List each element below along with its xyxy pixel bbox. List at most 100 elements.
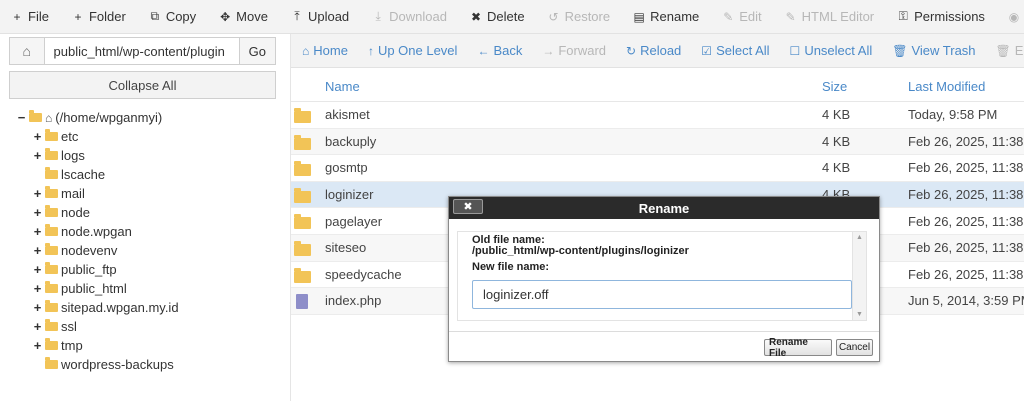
html-editor-button[interactable]: ✎ HTML Editor xyxy=(784,9,875,24)
tree-item[interactable]: + etc xyxy=(16,127,276,146)
cell-name: gosmtp xyxy=(325,160,368,176)
tree-item[interactable]: + ssl xyxy=(16,317,276,336)
view-button[interactable]: ◉View xyxy=(1007,9,1024,24)
folder-icon xyxy=(45,319,58,331)
tree-item[interactable]: + nodevenv xyxy=(16,241,276,260)
tree-item[interactable]: + public_ftp xyxy=(16,260,276,279)
go-button[interactable]: Go xyxy=(238,38,275,64)
move-button-label: Move xyxy=(236,9,268,24)
cell-modified: Feb 26, 2025, 11:38 A xyxy=(908,240,1024,256)
permissions-button[interactable]: ⚿ Permissions xyxy=(896,9,985,24)
main-toolbar: + File + Folder ⧉ Copy ✥ Move ⤒ Upload ⤓ Download ✖ D… xyxy=(0,0,1024,34)
rename-file-button[interactable]: Rename File xyxy=(764,337,832,359)
forward-icon: → xyxy=(542,43,555,58)
table-row[interactable]: gosmtp 4 KB Feb 26, 2025, 11:38 A xyxy=(291,155,1024,182)
tree-root[interactable]: − ⌂ (/home/wpganmyi) xyxy=(16,108,276,127)
edit-button-label: Edit xyxy=(739,9,762,24)
expand-icon[interactable]: + xyxy=(32,224,43,239)
table-row[interactable]: akismet 4 KB Today, 9:58 PM xyxy=(291,102,1024,129)
tree-item[interactable]: + logs xyxy=(16,146,276,165)
cell-modified: Feb 26, 2025, 11:38 A xyxy=(908,187,1024,203)
folder-icon xyxy=(294,214,311,230)
tree-item[interactable]: + node xyxy=(16,203,276,222)
tree-item[interactable]: lscache xyxy=(16,165,276,184)
cell-name: loginizer xyxy=(325,187,374,203)
dialog-title-bar[interactable]: ✖ Rename xyxy=(449,197,879,219)
cancel-button[interactable]: Cancel xyxy=(836,339,873,356)
collapse-toggle-icon[interactable]: − xyxy=(16,110,27,125)
copy-icon: ⧉ xyxy=(150,9,160,23)
nav-empty-trash-label: Emp xyxy=(1014,43,1024,58)
new-folder-icon: + xyxy=(74,9,82,24)
expand-icon[interactable]: + xyxy=(32,319,43,334)
scroll-up-icon[interactable]: ▲ xyxy=(856,234,863,241)
download-button[interactable]: ⤓ Download xyxy=(371,9,447,24)
path-home-button[interactable]: ⌂ xyxy=(10,38,45,64)
tree-item-label: sitepad.wpgan.my.id xyxy=(61,300,179,315)
nav-empty-trash[interactable]: 🗑Emp xyxy=(996,43,1024,58)
folder-icon xyxy=(294,108,311,123)
dialog-scrollbar[interactable]: ▲ ▼ xyxy=(852,232,866,320)
expand-icon[interactable]: + xyxy=(32,281,43,296)
tree-item-label: node xyxy=(61,205,90,220)
nav-back[interactable]: ← Back xyxy=(477,43,522,58)
dialog-close-button[interactable]: ✖ xyxy=(453,199,483,214)
move-button[interactable]: ✥ Move xyxy=(218,9,268,24)
expand-icon[interactable]: + xyxy=(32,129,43,144)
nav-forward[interactable]: → Forward xyxy=(542,43,606,58)
html-editor-button-label: HTML Editor xyxy=(801,9,875,24)
edit-button[interactable]: ✎ Edit xyxy=(721,9,761,24)
tree-item[interactable]: wordpress-backups xyxy=(16,355,276,374)
expand-icon[interactable]: + xyxy=(32,300,43,315)
nav-reload[interactable]: ↻ Reload xyxy=(626,43,681,58)
tree-item[interactable]: + public_html xyxy=(16,279,276,298)
tree-item[interactable]: + tmp xyxy=(16,336,276,355)
php-file-icon xyxy=(294,294,308,310)
nav-up-one-level[interactable]: ↑ Up One Level xyxy=(368,43,458,58)
folder-icon xyxy=(45,129,58,141)
home-icon: ⌂ xyxy=(22,43,31,59)
scroll-down-icon[interactable]: ▼ xyxy=(856,311,863,318)
expand-icon[interactable]: + xyxy=(32,338,43,353)
cell-name: speedycache xyxy=(325,266,402,282)
copy-button[interactable]: ⧉ Copy xyxy=(148,9,197,24)
folder-icon xyxy=(45,357,58,369)
tree-item-label: lscache xyxy=(61,167,106,182)
expand-icon[interactable]: + xyxy=(32,148,43,163)
tree-item-label: wordpress-backups xyxy=(61,357,174,372)
expand-icon[interactable]: + xyxy=(32,262,43,277)
path-bar: ⌂ Go xyxy=(9,37,276,65)
tree-item[interactable]: + mail xyxy=(16,184,276,203)
cell-modified: Feb 26, 2025, 11:38 A xyxy=(908,213,1024,229)
nav-view-trash-label: View Trash xyxy=(911,43,976,58)
expand-icon[interactable]: + xyxy=(32,205,43,220)
table-row[interactable]: backuply 4 KB Feb 26, 2025, 11:38 A xyxy=(291,128,1024,156)
new-file-button[interactable]: + File xyxy=(10,9,48,24)
folder-icon xyxy=(45,262,58,274)
nav-unselect-all[interactable]: ☐ Unselect All xyxy=(790,43,873,58)
column-header-name[interactable]: Name xyxy=(325,79,360,94)
upload-button[interactable]: ⤒ Upload xyxy=(290,9,349,24)
column-header-size[interactable]: Size xyxy=(822,79,847,94)
new-file-icon: + xyxy=(13,9,21,24)
expand-icon[interactable]: + xyxy=(32,243,43,258)
delete-button[interactable]: ✖ Delete xyxy=(469,9,525,24)
nav-home[interactable]: ⌂ Home xyxy=(302,43,348,58)
column-header-modified[interactable]: Last Modified xyxy=(908,79,985,94)
collapse-all-button[interactable]: Collapse All xyxy=(9,71,276,99)
rename-button[interactable]: ▤ Rename xyxy=(632,9,699,24)
nav-view-trash[interactable]: 🗑 View Trash xyxy=(892,43,975,58)
tree-item[interactable]: + sitepad.wpgan.my.id xyxy=(16,298,276,317)
new-folder-button[interactable]: + Folder xyxy=(71,9,125,24)
tree-item-label: ssl xyxy=(61,319,77,334)
restore-button[interactable]: ↺ Restore xyxy=(547,9,611,24)
expand-icon[interactable]: + xyxy=(32,186,43,201)
tree-item[interactable]: + node.wpgan xyxy=(16,222,276,241)
move-icon: ✥ xyxy=(220,9,231,24)
nav-select-all[interactable]: ☑ Select All xyxy=(701,43,769,58)
cell-size: 4 KB xyxy=(822,107,851,123)
rename-button-label: Rename xyxy=(650,9,700,24)
path-input[interactable] xyxy=(44,38,239,64)
cell-size: 4 KB xyxy=(822,133,851,149)
new-file-name-input[interactable] xyxy=(472,280,852,309)
